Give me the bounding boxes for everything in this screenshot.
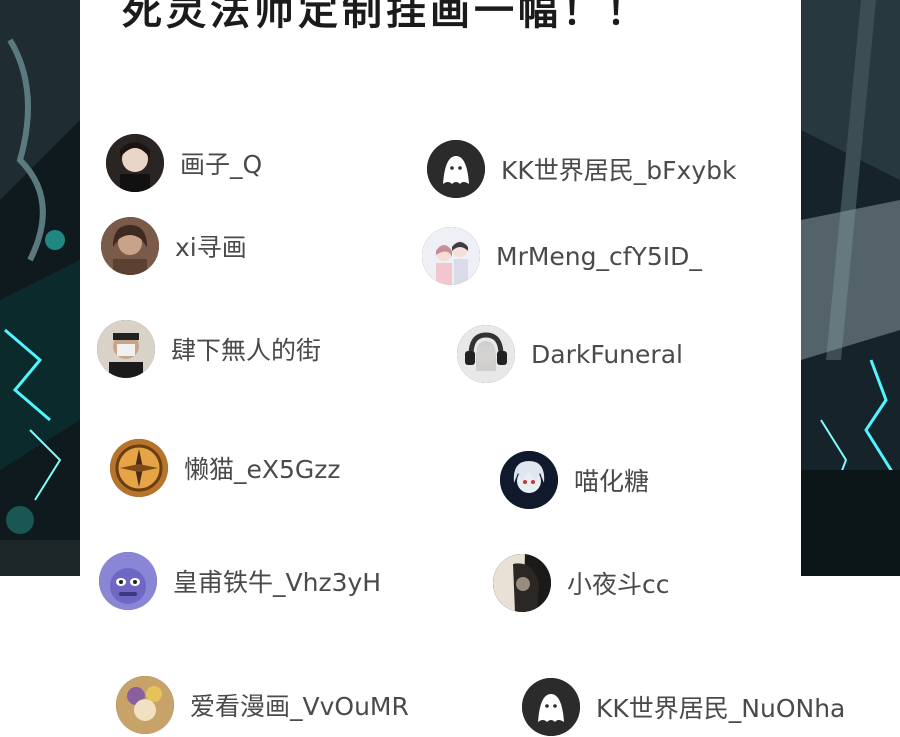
list-item: 皇甫铁牛_Vhz3yH [99,551,381,611]
user-name: 肆下無人的街 [171,336,322,365]
floral-avatar [116,676,174,734]
white-hair-anime-avatar [500,451,558,509]
shadow-girl-avatar [493,554,551,612]
dark-hair-boy-avatar [106,134,164,192]
user-name: KK世界居民_NuONha [596,694,846,723]
user-name: 小夜斗cc [567,570,670,599]
headphones-girl-avatar [457,325,515,383]
list-item: MrMeng_cfY5ID_ [422,226,702,286]
default-ghost-avatar [427,140,485,198]
user-name: 皇甫铁牛_Vhz3yH [173,568,382,597]
list-item: DarkFuneral [457,324,683,384]
list-item: 爱看漫画_VvOuMR [116,675,409,735]
list-item: 懒猫_eX5Gzz [110,438,341,498]
user-name: MrMeng_cfY5ID_ [496,241,702,271]
list-item: 喵化糖 [500,450,649,510]
user-name: 喵化糖 [574,467,650,496]
purple-monster-avatar [99,552,157,610]
user-name: 画子_Q [180,150,263,179]
masked-person-avatar [97,320,155,378]
couple-illustration-avatar [422,227,480,285]
user-name: 懒猫_eX5Gzz [184,455,341,484]
left-comic-art [0,0,80,576]
list-item: KK世界居民_NuONha [522,677,845,737]
list-item: 肆下無人的街 [97,319,321,379]
compass-avatar [110,439,168,497]
user-name: xi寻画 [175,233,247,262]
list-item: 画子_Q [106,133,262,193]
list-item: KK世界居民_bFxybk [427,139,736,199]
user-name: 爱看漫画_VvOuMR [190,692,409,721]
default-ghost-avatar [522,678,580,736]
user-name: KK世界居民_bFxybk [501,156,737,185]
list-item: 小夜斗cc [493,553,670,613]
list-item: xi寻画 [101,216,247,276]
page-title: 死灵法师定制挂画一幅！！ [122,0,650,34]
sepia-portrait-avatar [101,217,159,275]
user-name: DarkFuneral [531,339,683,369]
right-comic-art [801,0,900,576]
